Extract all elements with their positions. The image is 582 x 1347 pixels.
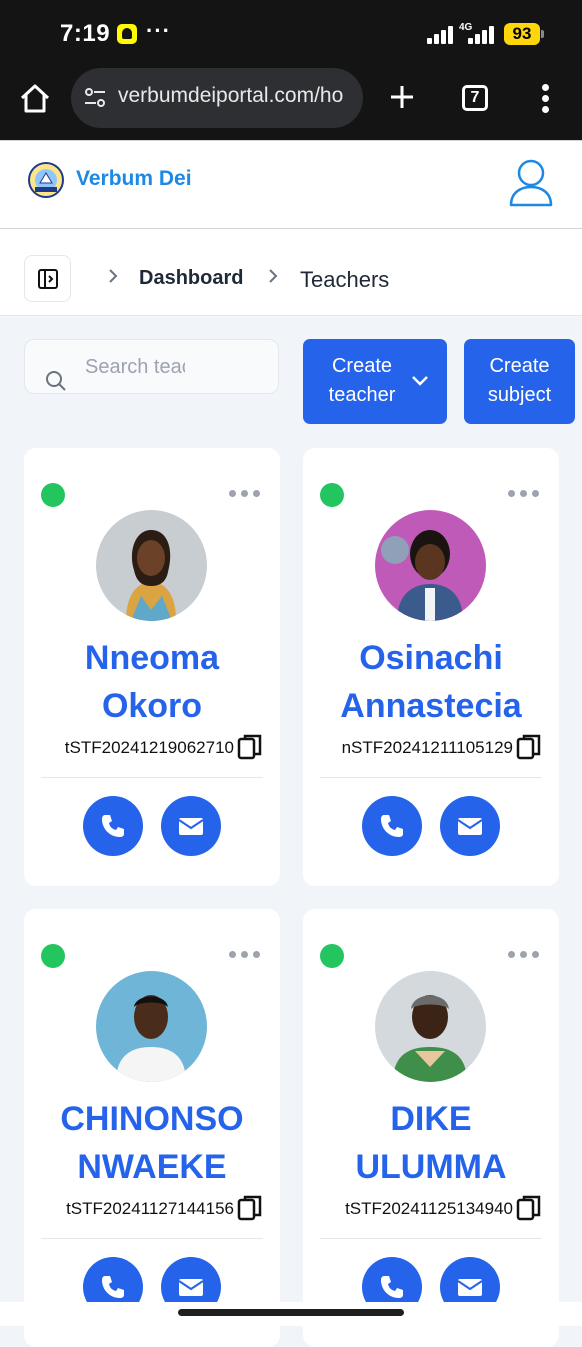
address-bar[interactable]: verbumdeiportal.com/ho [71,68,363,128]
online-status-indicator [41,483,65,507]
staff-id: nSTF20241211105129 [341,738,513,757]
teacher-avatar [375,971,486,1082]
sidebar-toggle-button[interactable] [24,255,71,302]
teacher-avatar [96,971,207,1082]
browser-toolbar: verbumdeiportal.com/ho 7 [0,68,582,140]
teacher-card[interactable]: Nneoma Okoro tSTF20241219062710 [24,448,280,886]
teacher-name[interactable]: DIKE ULUMMA [303,1095,559,1191]
status-time: 7:19 [60,20,111,47]
wifi-signal-icon [427,24,457,44]
breadcrumb-dashboard-link[interactable]: Dashboard [139,267,243,290]
breadcrumb-current-page: Teachers [300,267,390,292]
chevron-down-icon [412,376,428,386]
url-text[interactable]: verbumdeiportal.com/ho [118,84,354,108]
divider [320,777,542,778]
search-box[interactable] [24,339,279,394]
copy-icon[interactable] [237,733,263,761]
staff-id: tSTF20241219062710 [64,738,234,757]
breadcrumb: Dashboard Teachers [0,229,582,316]
more-options-icon[interactable] [508,947,542,961]
battery-icon: 93 [504,23,544,45]
teacher-card[interactable]: CHINONSO NWAEKE tSTF20241127144156 [24,909,280,1347]
school-logo[interactable] [26,161,66,199]
envelope-icon [178,1279,204,1296]
home-indicator[interactable] [178,1309,404,1316]
site-settings-icon[interactable] [83,86,107,110]
status-bar: 7:19 ··· 4G 93 [0,0,582,68]
envelope-icon [457,818,483,835]
browser-menu-icon[interactable] [536,82,556,114]
call-button[interactable] [362,796,422,856]
more-options-icon[interactable] [229,486,263,500]
email-button[interactable] [440,796,500,856]
envelope-icon [178,818,204,835]
staff-id: tSTF20241125134940 [345,1199,513,1218]
online-status-indicator [41,944,65,968]
copy-icon[interactable] [516,733,542,761]
create-teacher-label-1: Create [331,355,393,377]
search-input[interactable] [85,352,185,382]
email-button[interactable] [161,796,221,856]
teacher-name[interactable]: CHINONSO NWAEKE [24,1095,280,1191]
staff-id: tSTF20241127144156 [66,1199,234,1218]
create-teacher-button[interactable]: Create teacher [303,339,447,424]
online-status-indicator [320,944,344,968]
divider [320,1238,542,1239]
snapchat-notification-icon [117,24,137,44]
create-subject-label-1: Create [489,355,550,377]
cellular-signal-icon [468,26,498,44]
copy-icon[interactable] [516,1194,542,1222]
brand-name[interactable]: Verbum Dei [76,167,192,191]
sidebar-toggle-icon [38,269,58,289]
more-options-icon[interactable] [508,486,542,500]
create-subject-button[interactable]: Create subject [464,339,575,424]
teacher-name[interactable]: Nneoma Okoro [24,634,280,730]
teacher-name[interactable]: Osinachi Annastecia [303,634,559,730]
more-options-icon[interactable] [229,947,263,961]
new-tab-icon[interactable] [388,82,416,112]
phone-icon [102,815,124,837]
teacher-avatar [96,510,207,621]
phone-icon [381,1276,403,1298]
teacher-avatar [375,510,486,621]
user-profile-icon[interactable] [508,157,554,209]
call-button[interactable] [83,796,143,856]
tab-switcher-button[interactable]: 7 [462,85,488,111]
chevron-right-icon [109,269,118,283]
copy-icon[interactable] [237,1194,263,1222]
teacher-card[interactable]: DIKE ULUMMA tSTF20241125134940 [303,909,559,1347]
create-teacher-label-2: teacher [328,384,396,406]
online-status-indicator [320,483,344,507]
create-subject-label-2: subject [487,384,552,406]
phone-icon [102,1276,124,1298]
site-header: Verbum Dei [0,140,582,229]
more-notifications-icon: ··· [146,18,171,43]
chevron-right-icon [269,269,278,283]
home-icon[interactable] [18,82,52,116]
phone-icon [381,815,403,837]
divider [41,777,263,778]
search-icon [46,371,66,391]
teacher-card[interactable]: Osinachi Annastecia nSTF20241211105129 [303,448,559,886]
envelope-icon [457,1279,483,1296]
divider [41,1238,263,1239]
